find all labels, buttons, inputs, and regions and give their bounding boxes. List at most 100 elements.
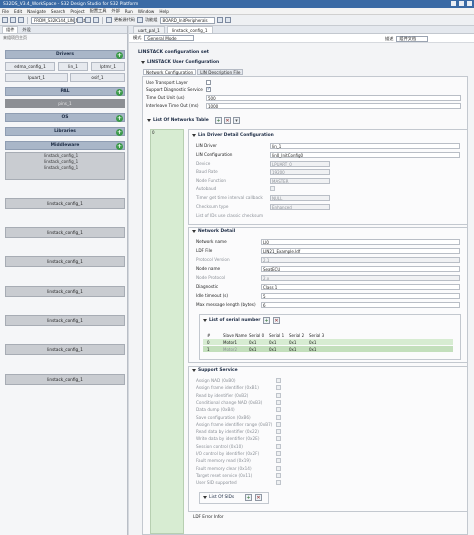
close-icon[interactable] (467, 1, 472, 6)
lin-driver-select[interactable]: lin_1 (270, 143, 460, 149)
table-row[interactable]: 1 Motor2 0x1 0x1 0x1 0x1 (203, 346, 453, 352)
category-label: PAL (60, 89, 70, 94)
component-linstack[interactable]: linstack_config_1 (5, 344, 125, 355)
list-item[interactable]: linstack_config_1 (6, 165, 124, 171)
node-function-value: MASTER (270, 178, 330, 184)
project-combo[interactable]: FRDM_S32K144_LIN_Master (31, 16, 90, 24)
board-combo[interactable]: BOARD_InitPeripherals (159, 16, 215, 24)
support-service-header[interactable]: Support Service (192, 368, 238, 373)
menu-config-tools[interactable]: 配置工具 (90, 8, 107, 14)
remove-sid-icon[interactable]: ✕ (255, 494, 262, 501)
add-icon[interactable]: + (116, 142, 123, 150)
list-networks-header[interactable]: List Of Networks Table (147, 118, 209, 123)
interleave-input[interactable]: 1000 (206, 103, 461, 109)
ldf-file-input[interactable]: LIN21_Example.ldf (261, 248, 460, 254)
component-pins[interactable]: pins_1 (5, 99, 125, 108)
max-message-input[interactable]: 6 (261, 302, 460, 308)
update-code-button[interactable]: 更新源代码 (114, 17, 135, 23)
menu-window[interactable]: Window (138, 9, 155, 14)
menu-run[interactable]: Run (125, 9, 133, 14)
minimize-icon[interactable] (451, 1, 456, 6)
update-code-icon (106, 17, 112, 23)
collapse-icon[interactable] (192, 369, 196, 372)
node-name-select[interactable]: SeatECU (261, 266, 460, 272)
tab-linstack-config[interactable]: linstack_config_1 (166, 26, 213, 33)
category-os[interactable]: OS + (5, 113, 125, 122)
support-service-row: Data dump (0xB4) (196, 406, 235, 413)
transport-layer-checkbox[interactable] (206, 80, 211, 85)
menu-external[interactable]: 外部 (111, 8, 119, 14)
table-row[interactable]: 0 Motor1 0x1 0x1 0x1 0x1 (203, 339, 453, 345)
config-set-title: LINSTACK configuration set (138, 50, 209, 55)
mode-select[interactable]: General Mode (144, 35, 195, 41)
component-linstack[interactable]: linstack_config_1 (5, 198, 125, 209)
maximize-icon[interactable] (459, 1, 464, 6)
add-icon[interactable]: + (116, 51, 123, 59)
collapse-icon[interactable] (203, 319, 207, 322)
menu-file[interactable]: File (2, 9, 9, 14)
menu-navigate[interactable]: Navigate (27, 9, 46, 14)
list-sids-header[interactable]: List Of SIDs (203, 495, 234, 500)
category-libraries[interactable]: Libraries + (5, 127, 125, 136)
component-linstack[interactable]: linstack_config_1 (5, 256, 125, 267)
component-linstack[interactable]: linstack_config_1 (5, 374, 125, 385)
collapse-icon[interactable] (192, 134, 196, 137)
add-icon[interactable]: + (116, 128, 123, 136)
add-icon[interactable]: + (116, 114, 123, 122)
user-config-header[interactable]: LINSTACK User Configuration (141, 60, 219, 65)
component-linstack[interactable]: linstack_config_1 (5, 286, 125, 297)
component-linstack[interactable]: linstack_config_1 (5, 227, 125, 238)
tab-network-configuration[interactable]: Network Configuration (143, 69, 197, 75)
new-icon[interactable] (2, 17, 8, 23)
remove-serial-icon[interactable]: ✕ (273, 317, 280, 324)
component-lin[interactable]: lin_1 (58, 62, 88, 71)
menu-help[interactable]: Help (159, 9, 169, 14)
category-middleware[interactable]: Middleware + (5, 141, 125, 150)
collapse-icon[interactable] (192, 230, 196, 233)
add-serial-icon[interactable]: + (263, 317, 270, 324)
network-detail-header[interactable]: Network Detail (192, 229, 235, 234)
back-icon[interactable] (216, 17, 223, 23)
serial-number-header[interactable]: List of serial number (203, 318, 260, 323)
support-service-label: Fault memory clear (0x14) (196, 465, 252, 471)
component-osif[interactable]: osif_1 (70, 73, 125, 82)
save-icon[interactable] (10, 17, 16, 23)
component-lpuart[interactable]: lpuart_1 (5, 73, 68, 82)
tab-uart-pal[interactable]: uart_pal_1 (133, 26, 165, 33)
build-icon[interactable] (18, 17, 24, 23)
network-name-input[interactable]: LI0 (261, 239, 460, 245)
run-icon[interactable] (85, 17, 91, 23)
diagnostic-select[interactable]: Class 1 (261, 284, 460, 290)
doc-select[interactable]: 组件文档 (396, 36, 429, 42)
tab-components[interactable]: 组件 (2, 26, 19, 33)
idle-timeout-input[interactable]: 5 (261, 293, 460, 299)
component-linstack[interactable]: linstack_config_1 (5, 315, 125, 326)
time-out-unit-input[interactable]: 500 (206, 95, 461, 101)
tab-peripherals[interactable]: 外设 (22, 27, 30, 33)
middleware-group[interactable]: linstack_config_1 linstack_config_1 lins… (5, 152, 125, 180)
component-edma[interactable]: edma_config_1 (5, 62, 55, 71)
add-icon[interactable]: + (116, 88, 123, 96)
tab-lin-description-file[interactable]: LIN Description File (197, 69, 244, 75)
debug-icon[interactable] (77, 17, 83, 23)
network-index[interactable]: 0 (152, 130, 155, 135)
category-drivers[interactable]: Drivers + (5, 50, 125, 59)
collapse-icon[interactable] (203, 496, 207, 499)
lin-config-select[interactable]: lin0_InitConfig0 (270, 152, 460, 158)
lin-driver-header[interactable]: Lin Driver Detail Configuration (192, 133, 274, 138)
more-options-icon[interactable]: ▾ (233, 117, 240, 124)
settings-icon[interactable] (93, 17, 99, 23)
menu-search[interactable]: Search (51, 9, 65, 14)
category-pal[interactable]: PAL + (5, 87, 125, 96)
collapse-icon[interactable] (147, 119, 151, 122)
remove-network-icon[interactable]: ✕ (224, 117, 231, 124)
menu-edit[interactable]: Edit (14, 9, 22, 14)
network-index-column[interactable] (150, 129, 184, 534)
forward-icon[interactable] (224, 17, 231, 23)
add-network-icon[interactable]: + (215, 117, 222, 124)
collapse-icon[interactable] (141, 61, 145, 64)
diag-service-checkbox[interactable] (206, 87, 211, 92)
menu-project[interactable]: Project (70, 9, 84, 14)
add-sid-icon[interactable]: + (245, 494, 252, 501)
component-lptmr[interactable]: lptmr_1 (91, 62, 125, 71)
